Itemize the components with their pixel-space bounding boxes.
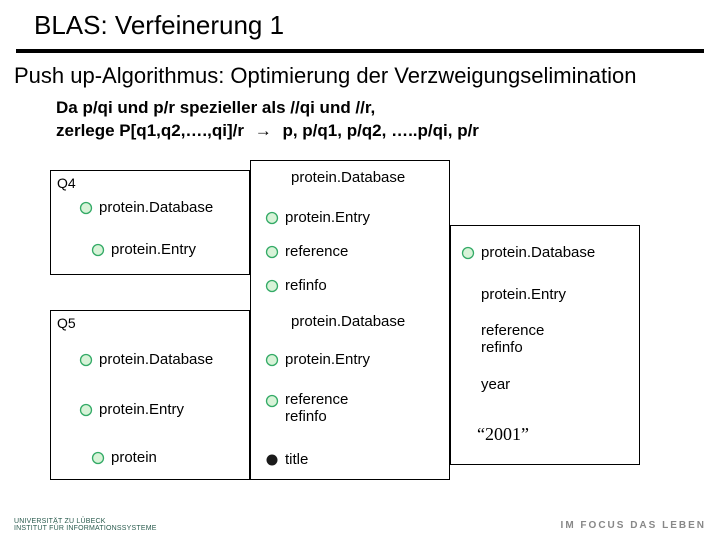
uni-line-2: INSTITUT FÜR INFORMATIONSSYSTEME	[14, 525, 157, 532]
open-circle-icon	[265, 353, 279, 367]
uni-line-1: UNIVERSITÄT ZU LÜBECK	[14, 518, 106, 525]
right-year: “2001”	[477, 424, 529, 445]
right-0: protein.Database	[461, 244, 595, 261]
open-circle-icon	[265, 279, 279, 293]
q5-box: Q5 protein.Database protein.Entry protei…	[50, 310, 250, 480]
mid-top-1-text: protein.Entry	[285, 209, 370, 226]
q5-item-0-text: protein.Database	[99, 351, 213, 368]
mid-top-3-text: refinfo	[285, 277, 327, 294]
mid-top-3: refinfo	[265, 277, 327, 294]
right-0-text: protein.Database	[481, 244, 595, 261]
mid-bot-0: protein.Database	[271, 313, 405, 330]
mid-bot-1-text: protein.Entry	[285, 351, 370, 368]
q5-item-0: protein.Database	[79, 351, 213, 368]
right-2-text: reference refinfo	[481, 322, 544, 356]
mid-top-1: protein.Entry	[265, 209, 370, 226]
mid-bot-3-text: title	[285, 451, 308, 468]
right-2: reference refinfo	[461, 322, 544, 356]
year-value: “2001”	[477, 424, 529, 445]
open-circle-icon	[79, 403, 93, 417]
right-3: year	[461, 376, 510, 393]
right-1-text: protein.Entry	[481, 286, 566, 303]
mid-bot-3: title	[265, 451, 308, 468]
description: Da p/qi und p/r spezieller als //qi und …	[0, 89, 720, 149]
slide-title: BLAS: Verfeinerung 1	[0, 0, 720, 47]
right-box: protein.Database protein.Entry reference…	[450, 225, 640, 465]
footer-tagline: IM FOCUS DAS LEBEN	[561, 520, 706, 531]
desc-line-1: Da p/qi und p/r spezieller als //qi und …	[56, 98, 375, 117]
desc-line-2a: zerlege P[q1,q2,….,qi]/r	[56, 121, 244, 140]
mid-top-0: protein.Database	[271, 169, 405, 186]
right-1: protein.Entry	[461, 286, 566, 303]
subtitle: Push up-Algorithmus: Optimierung der Ver…	[0, 53, 720, 89]
mid-bot-0-text: protein.Database	[291, 313, 405, 330]
desc-line-2b: p, p/q1, p/q2, …..p/qi, p/r	[282, 121, 478, 140]
middle-box: protein.Database protein.Entry reference…	[250, 160, 450, 480]
q5-item-2: protein	[91, 449, 157, 466]
open-circle-icon	[79, 353, 93, 367]
mid-top-2: reference	[265, 243, 348, 260]
q4-label: Q4	[57, 175, 76, 191]
q4-item-0-text: protein.Database	[99, 199, 213, 216]
open-circle-icon	[461, 246, 475, 260]
open-circle-icon	[265, 245, 279, 259]
filled-circle-icon	[265, 453, 279, 467]
university-block: UNIVERSITÄT ZU LÜBECK INSTITUT FÜR INFOR…	[14, 518, 157, 533]
right-3-text: year	[481, 376, 510, 393]
footer: UNIVERSITÄT ZU LÜBECK INSTITUT FÜR INFOR…	[0, 510, 720, 540]
q4-item-0: protein.Database	[79, 199, 213, 216]
q5-item-1-text: protein.Entry	[99, 401, 184, 418]
q4-item-1-text: protein.Entry	[111, 241, 196, 258]
open-circle-icon	[91, 243, 105, 257]
open-circle-icon	[91, 451, 105, 465]
open-circle-icon	[79, 201, 93, 215]
mid-bot-2: reference refinfo	[265, 391, 348, 425]
open-circle-icon	[265, 211, 279, 225]
mid-top-0-text: protein.Database	[291, 169, 405, 186]
mid-top-2-text: reference	[285, 243, 348, 260]
mid-bot-2-text: reference refinfo	[285, 391, 348, 425]
q5-item-2-text: protein	[111, 449, 157, 466]
mid-bot-1: protein.Entry	[265, 351, 370, 368]
open-circle-icon	[265, 394, 279, 408]
q4-item-1: protein.Entry	[91, 241, 196, 258]
q4-box: Q4 protein.Database protein.Entry	[50, 170, 250, 275]
q5-item-1: protein.Entry	[79, 401, 184, 418]
q5-label: Q5	[57, 315, 76, 331]
arrow-icon: →	[249, 121, 278, 140]
